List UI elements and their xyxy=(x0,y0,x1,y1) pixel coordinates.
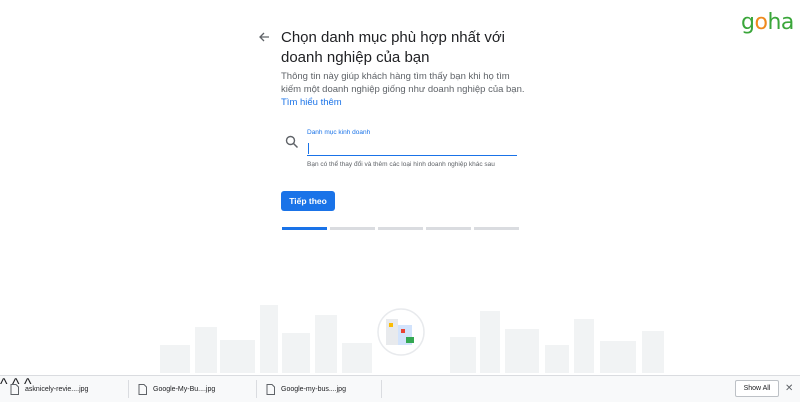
file-icon xyxy=(138,383,147,395)
divider xyxy=(128,380,129,398)
search-icon xyxy=(285,135,299,149)
progress-step xyxy=(378,227,423,230)
text-caret xyxy=(308,143,309,154)
download-item[interactable]: Google-My-Bu....jpg xyxy=(138,376,215,402)
business-category-input[interactable] xyxy=(307,140,517,156)
description-text: Thông tin này giúp khách hàng tìm thấy b… xyxy=(281,71,525,95)
download-file-name: Google-my-bus....jpg xyxy=(281,385,346,393)
download-file-name: Google-My-Bu....jpg xyxy=(153,385,216,393)
file-icon xyxy=(266,383,275,395)
download-file-name: asknicely-revie....jpg xyxy=(25,385,89,393)
goha-logo: goha xyxy=(741,10,794,36)
logo-letter-o: o xyxy=(754,10,768,35)
city-skyline-illustration xyxy=(160,305,664,373)
category-field-label: Danh mục kinh doanh xyxy=(307,129,371,136)
show-all-button[interactable]: Show All xyxy=(735,380,779,397)
progress-step xyxy=(330,227,375,230)
progress-steps xyxy=(282,227,519,230)
progress-step xyxy=(282,227,327,230)
chevron-up-icon[interactable]: ^ xyxy=(0,376,8,393)
category-field-helper: Bạn có thể thay đổi và thêm các loại hìn… xyxy=(307,161,495,168)
logo-letter-g: g xyxy=(741,10,755,35)
progress-step xyxy=(474,227,519,230)
page-description: Thông tin này giúp khách hàng tìm thấy b… xyxy=(281,70,526,109)
download-item[interactable]: Google-my-bus....jpg xyxy=(266,376,346,402)
logo-letters-ha: ha xyxy=(767,10,794,35)
downloads-bar: asknicely-revie....jpg ^ Google-My-Bu...… xyxy=(0,375,800,402)
progress-step xyxy=(426,227,471,230)
divider xyxy=(381,380,382,398)
divider xyxy=(256,380,257,398)
download-item[interactable]: asknicely-revie....jpg xyxy=(10,376,88,402)
arrow-left-icon xyxy=(259,32,269,42)
page-title: Chọn danh mục phù hợp nhất với doanh ngh… xyxy=(281,29,505,66)
learn-more-link[interactable]: Tìm hiểu thêm xyxy=(281,97,342,108)
next-button[interactable]: Tiếp theo xyxy=(281,191,335,211)
close-icon[interactable]: ✕ xyxy=(785,383,793,394)
back-button[interactable] xyxy=(254,27,274,47)
file-icon xyxy=(10,383,19,395)
